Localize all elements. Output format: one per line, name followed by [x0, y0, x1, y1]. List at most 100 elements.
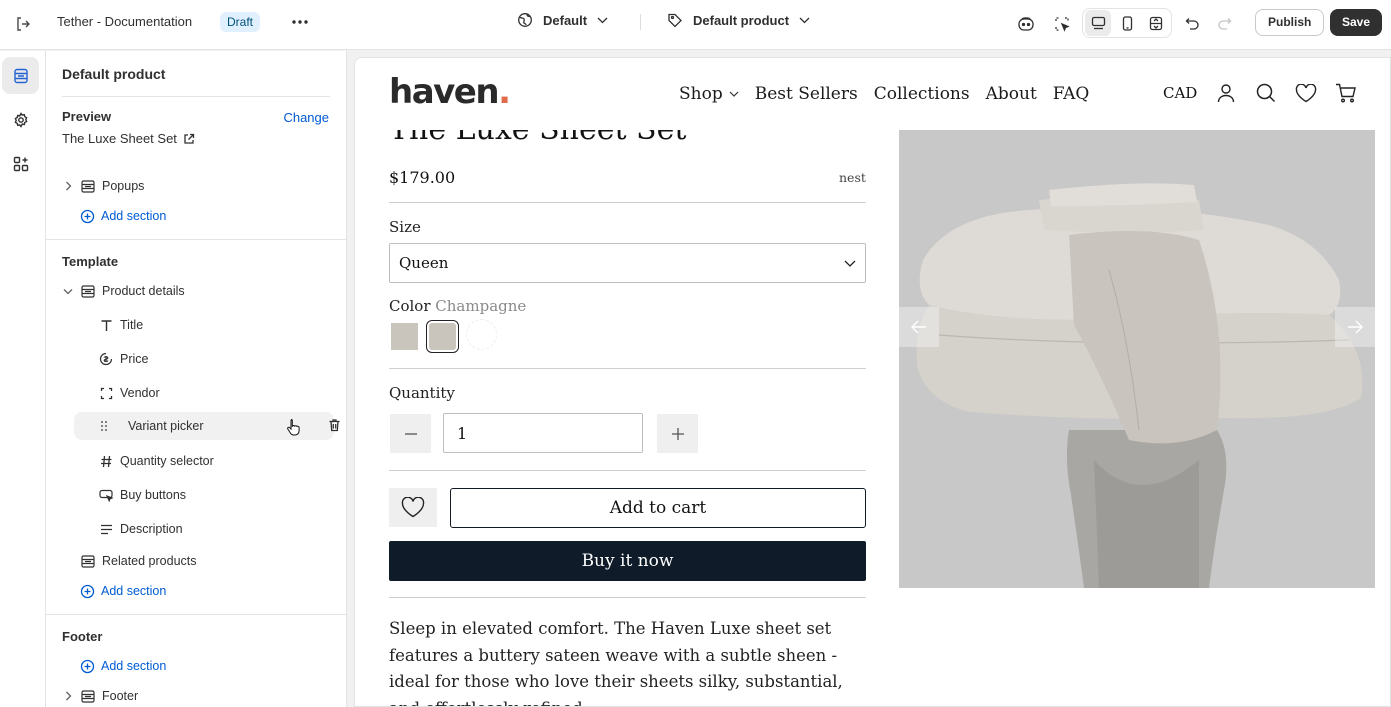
- storefront: haven. Shop Best Sellers Collections Abo…: [355, 58, 1390, 706]
- add-to-wishlist-button[interactable]: [389, 488, 437, 527]
- publish-button[interactable]: Publish: [1255, 9, 1325, 36]
- nav-faq[interactable]: FAQ: [1053, 84, 1090, 104]
- preview-product[interactable]: The Luxe Sheet Set: [62, 131, 195, 146]
- plus-circle-icon: [80, 659, 95, 673]
- undo-icon[interactable]: [1179, 11, 1205, 37]
- section-label: Popups: [102, 179, 145, 193]
- theme-selector[interactable]: Default: [517, 12, 608, 28]
- nav-shop[interactable]: Shop: [679, 84, 739, 104]
- block-label: Description: [120, 522, 183, 536]
- color-label-text: Color: [389, 297, 431, 315]
- prev-image-button[interactable]: [899, 307, 939, 347]
- color-swatch[interactable]: [391, 323, 418, 350]
- account-icon[interactable]: [1215, 82, 1237, 104]
- section-popups[interactable]: Popups: [62, 173, 332, 199]
- add-section-button[interactable]: Add section: [80, 656, 166, 676]
- more-actions-icon[interactable]: [290, 12, 310, 32]
- inspector-icon[interactable]: [1049, 11, 1075, 37]
- section-label: Footer: [102, 689, 139, 703]
- section-icon: [80, 283, 96, 299]
- sheet-set-photo: [899, 130, 1375, 588]
- theme-settings-tab[interactable]: [2, 101, 39, 138]
- color-swatch[interactable]: [466, 319, 497, 350]
- color-swatch-selected[interactable]: [426, 320, 459, 353]
- delete-icon[interactable]: [328, 418, 341, 435]
- chevron-right-icon[interactable]: [62, 690, 74, 702]
- save-button[interactable]: Save: [1330, 9, 1383, 36]
- add-section-button[interactable]: Add section: [80, 206, 166, 226]
- logo-dot: .: [498, 72, 511, 112]
- divider: [389, 597, 866, 598]
- redo-icon[interactable]: [1211, 11, 1237, 37]
- mobile-view-icon[interactable]: [1114, 10, 1140, 36]
- search-icon[interactable]: [1255, 82, 1277, 104]
- add-to-cart-button[interactable]: Add to cart: [450, 488, 866, 528]
- fullscreen-view-icon[interactable]: [1143, 10, 1169, 36]
- desktop-view-icon[interactable]: [1085, 10, 1111, 36]
- section-icon: [80, 553, 96, 569]
- store-header: haven. Shop Best Sellers Collections Abo…: [355, 58, 1390, 130]
- sections-tab[interactable]: [2, 57, 39, 94]
- sidebar-title: Default product: [62, 66, 166, 82]
- next-image-button[interactable]: [1335, 307, 1375, 347]
- external-link-icon: [184, 133, 195, 144]
- preview-product-name: The Luxe Sheet Set: [62, 131, 177, 146]
- block-price[interactable]: Price: [98, 346, 334, 372]
- block-label: Variant picker: [128, 419, 204, 433]
- plus-circle-icon: [80, 209, 95, 223]
- paragraph-icon: [98, 521, 114, 537]
- currency-selector[interactable]: CAD: [1163, 84, 1197, 102]
- arrow-right-icon: [1348, 320, 1363, 334]
- quantity-decrease-button[interactable]: [390, 414, 431, 453]
- sidekick-icon[interactable]: [1013, 11, 1039, 37]
- store-logo[interactable]: haven.: [389, 72, 511, 112]
- add-section-label: Add section: [101, 659, 167, 673]
- chevron-right-icon[interactable]: [62, 180, 74, 192]
- button-icon: [98, 487, 114, 503]
- nav-best-sellers[interactable]: Best Sellers: [755, 84, 858, 104]
- buy-now-button[interactable]: Buy it now: [389, 541, 866, 581]
- block-title[interactable]: Title: [98, 312, 334, 338]
- apps-icon: [13, 156, 28, 171]
- store-title: Tether - Documentation: [57, 14, 193, 29]
- drag-handle-icon[interactable]: [96, 418, 112, 434]
- frame-icon: [98, 385, 114, 401]
- color-label: Color Champagne: [389, 297, 526, 315]
- add-section-button[interactable]: Add section: [80, 581, 166, 601]
- section-product-details[interactable]: Product details: [62, 278, 332, 304]
- template-selector[interactable]: Default product: [667, 12, 810, 28]
- block-variant-picker[interactable]: Variant picker: [96, 413, 340, 439]
- apps-tab[interactable]: [2, 145, 39, 182]
- editor-rail: [0, 51, 46, 707]
- divider: [389, 368, 866, 369]
- chevron-down-icon: [729, 91, 739, 97]
- heart-icon: [401, 497, 425, 518]
- section-footer[interactable]: Footer: [62, 683, 332, 707]
- nav-about[interactable]: About: [986, 84, 1037, 104]
- exit-icon[interactable]: [12, 13, 34, 35]
- quantity-increase-button[interactable]: [657, 414, 698, 453]
- plus-icon: [671, 427, 684, 440]
- wishlist-icon[interactable]: [1295, 82, 1317, 104]
- quantity-input[interactable]: 1: [443, 413, 643, 453]
- change-preview-link[interactable]: Change: [283, 110, 329, 125]
- size-select[interactable]: Queen: [389, 243, 866, 283]
- section-icon: [80, 688, 96, 704]
- block-vendor[interactable]: Vendor: [98, 380, 334, 406]
- block-quantity-selector[interactable]: Quantity selector: [98, 448, 334, 474]
- preview-label: Preview: [62, 109, 112, 124]
- preview-canvas: haven. Shop Best Sellers Collections Abo…: [354, 57, 1391, 707]
- block-label: Title: [120, 318, 144, 332]
- cart-icon[interactable]: [1335, 82, 1357, 104]
- sections-sidebar: Default product Preview Change The Luxe …: [46, 51, 347, 707]
- theme-label: Default: [543, 12, 588, 28]
- block-buy-buttons[interactable]: Buy buttons: [98, 482, 334, 508]
- section-related-products[interactable]: Related products: [80, 548, 346, 574]
- divider: [46, 614, 346, 615]
- nav-collections[interactable]: Collections: [874, 84, 970, 104]
- product-price: $179.00: [389, 168, 456, 187]
- template-group-label: Template: [62, 254, 119, 269]
- chevron-down-icon[interactable]: [62, 285, 74, 297]
- block-description[interactable]: Description: [98, 516, 334, 542]
- chevron-down-icon: [799, 17, 810, 23]
